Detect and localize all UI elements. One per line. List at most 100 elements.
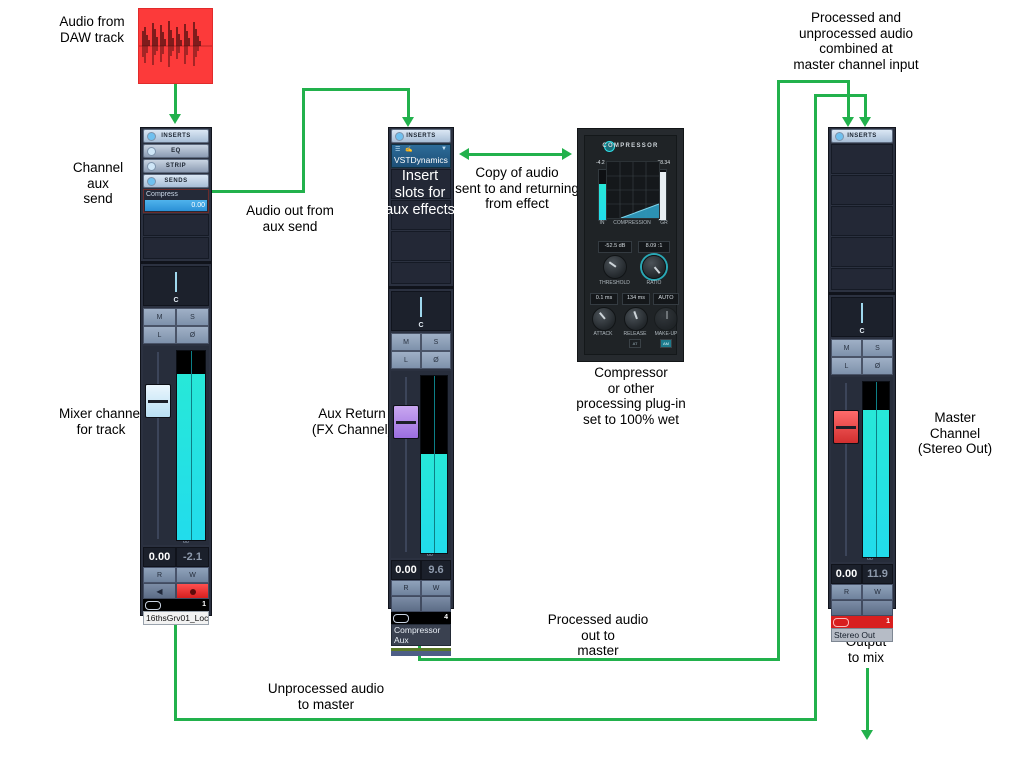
channel1-automation-row: R W	[143, 567, 209, 583]
compression-curve-icon	[607, 162, 659, 218]
connector-processed-h2	[777, 80, 850, 83]
knob-pointer-icon	[599, 312, 606, 320]
channel2-blank-button-left[interactable]	[391, 596, 421, 612]
channel3-pan-control[interactable]: C	[831, 297, 893, 337]
channel1-phase-button[interactable]: Ø	[176, 326, 209, 344]
master-insert-slot-5[interactable]	[831, 268, 893, 290]
connector-daw-to-channel	[174, 82, 177, 117]
channel3-inserts-label: INSERTS	[847, 133, 877, 139]
connector-processed-v2	[777, 80, 780, 661]
channel1-fader-value[interactable]: 0.00	[143, 547, 176, 567]
vstdynamics-insert-slot[interactable]: ☰ ✍ ▼ VSTDynamics	[391, 144, 451, 168]
chevron-down-icon[interactable]: ▼	[441, 146, 447, 152]
channel1-write-button[interactable]: W	[176, 567, 209, 583]
channel2-meter-value[interactable]: 9.6	[421, 560, 451, 580]
master-insert-slot-1[interactable]	[831, 144, 893, 174]
channel3-fader-zone[interactable]: 12 6 0 6 10 15 20 30 40 50 60	[831, 377, 893, 562]
compressor-curve-graph[interactable]	[606, 161, 660, 219]
channel1-monitor-button[interactable]: ◀	[143, 583, 176, 599]
channel2-inserts-button[interactable]: INSERTS	[391, 129, 451, 143]
channel3-blank-button-left[interactable]	[831, 600, 862, 616]
mixer-channel-strip[interactable]: INSERTS EQ STRIP SENDS Compress 0.00 C M…	[140, 127, 212, 625]
ratio-readout[interactable]: 8.09 :1	[638, 241, 670, 253]
channel2-listen-button[interactable]: L	[391, 351, 421, 369]
makeup-auto-switch[interactable]: AM	[660, 339, 672, 348]
menu-icon[interactable]: ☰	[395, 146, 400, 153]
channel3-listen-button[interactable]: L	[831, 357, 862, 375]
release-auto-switch[interactable]: AT	[629, 339, 641, 348]
channel2-phase-button[interactable]: Ø	[421, 351, 451, 369]
channel2-write-button[interactable]: W	[421, 580, 451, 596]
channel3-meter-value[interactable]: 11.9	[862, 564, 893, 584]
channel1-sends-label: SENDS	[164, 178, 188, 184]
send-slot-empty-2[interactable]	[143, 237, 209, 259]
ratio-label: RATIO	[646, 280, 662, 286]
ratio-knob[interactable]	[642, 255, 666, 279]
channel1-read-button[interactable]: R	[143, 567, 176, 583]
master-insert-slot-2[interactable]	[831, 175, 893, 205]
channel2-read-button[interactable]: R	[391, 580, 421, 596]
channel2-pan-control[interactable]: C	[391, 291, 451, 331]
master-insert-slot-3[interactable]	[831, 206, 893, 236]
knob-pointer-icon	[654, 266, 661, 274]
channel3-fader-value[interactable]: 0.00	[831, 564, 862, 584]
channel3-fader-handle[interactable]	[833, 410, 859, 444]
channel1-mute-button[interactable]: M	[143, 308, 176, 326]
channel3-mute-button[interactable]: M	[831, 339, 862, 357]
channel3-blank-button-right[interactable]	[862, 600, 893, 616]
channel2-mute-button[interactable]: M	[391, 333, 421, 351]
channel1-listen-button[interactable]: L	[143, 326, 176, 344]
channel1-record-enable-button[interactable]	[176, 583, 209, 599]
channel3-read-button[interactable]: R	[831, 584, 862, 600]
channel3-automation-row: R W	[831, 584, 893, 600]
fader-line-icon	[396, 421, 416, 424]
channel1-solo-button[interactable]: S	[176, 308, 209, 326]
insert-plugin-name: VSTDynamics	[394, 155, 448, 165]
channel1-sends-button[interactable]: SENDS	[143, 174, 209, 188]
channel2-fader-value[interactable]: 0.00	[391, 560, 421, 580]
daw-audio-waveform	[138, 8, 213, 84]
pan-needle-icon	[420, 297, 422, 317]
channel1-fader-zone[interactable]: 12 6 0 6 10 15 20 30 40 50 60	[143, 346, 209, 545]
channel2-fader-handle[interactable]	[393, 405, 419, 439]
channel2-fader-zone[interactable]: 12 6 0 6 10 15 20 30 40 50 60	[391, 371, 451, 558]
edit-icon[interactable]: ✍	[405, 146, 412, 153]
channel2-spacer-row	[391, 596, 451, 612]
channel2-track-name[interactable]: Compressor Aux	[391, 624, 451, 646]
makeup-readout[interactable]: AUTO	[653, 293, 679, 305]
channel2-blank-button-right[interactable]	[421, 596, 451, 612]
channel3-inserts-button[interactable]: INSERTS	[831, 129, 893, 143]
meter-split-icon	[191, 351, 192, 540]
channel3-solo-button[interactable]: S	[862, 339, 893, 357]
channel1-strip-label: STRIP	[165, 163, 187, 169]
channel1-meter-value[interactable]: -2.1	[176, 547, 209, 567]
insert-slot-empty-3[interactable]	[391, 231, 451, 261]
send-slot-empty-1[interactable]	[143, 214, 209, 236]
insert-slot-empty-4[interactable]	[391, 262, 451, 284]
threshold-knob[interactable]	[603, 255, 627, 279]
channel1-pan-control[interactable]: C	[143, 266, 209, 306]
attack-readout[interactable]: 0.1 ms	[590, 293, 618, 305]
channel3-track-name[interactable]: Stereo Out	[831, 628, 893, 642]
channel1-fader-handle[interactable]	[145, 384, 171, 418]
channel1-strip-button[interactable]: STRIP	[143, 159, 209, 173]
channel1-inserts-button[interactable]: INSERTS	[143, 129, 209, 143]
release-knob[interactable]	[624, 307, 648, 331]
inserts-led-icon	[395, 132, 404, 141]
aux-send-slot[interactable]: Compress 0.00	[143, 189, 209, 213]
master-insert-slot-4[interactable]	[831, 237, 893, 267]
attack-knob[interactable]	[592, 307, 616, 331]
aux-send-level[interactable]: 0.00	[145, 200, 207, 211]
channel1-number: 1	[202, 601, 206, 608]
makeup-knob[interactable]	[654, 307, 678, 331]
compressor-plugin-window[interactable]: COMPRESSOR -4.2 -38.34 IN COMPRESSION GR…	[577, 128, 684, 362]
threshold-readout[interactable]: -52.5 dB	[598, 241, 632, 253]
channel3-phase-button[interactable]: Ø	[862, 357, 893, 375]
channel1-track-name[interactable]: 16thsGrv01_Loc	[143, 611, 209, 625]
channel1-eq-button[interactable]: EQ	[143, 144, 209, 158]
channel2-solo-button[interactable]: S	[421, 333, 451, 351]
master-channel-strip[interactable]: INSERTS C M S L Ø 12 6 0 6 10 15	[828, 127, 896, 642]
strip-led-icon	[147, 162, 156, 171]
release-readout[interactable]: 134 ms	[622, 293, 650, 305]
channel3-write-button[interactable]: W	[862, 584, 893, 600]
